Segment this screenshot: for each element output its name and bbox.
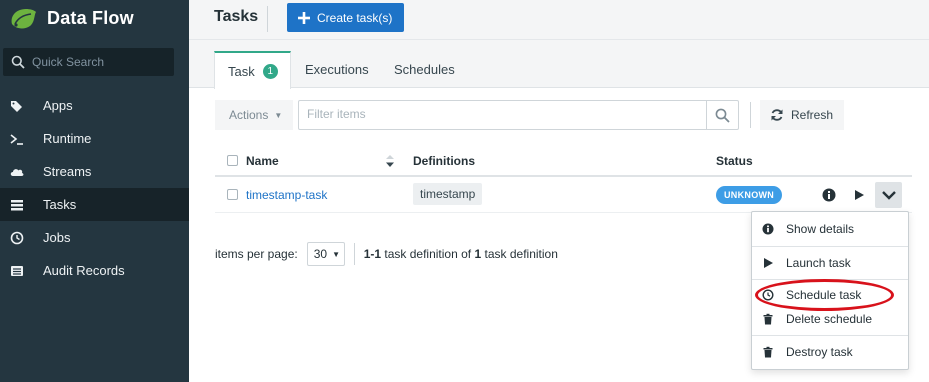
filter-input[interactable] xyxy=(307,107,697,121)
menu-item-delete-schedule[interactable]: Delete schedule xyxy=(752,303,908,335)
tab-label: Schedules xyxy=(394,62,455,77)
divider xyxy=(267,6,268,32)
search-icon xyxy=(11,55,25,69)
page-title: Tasks xyxy=(214,8,259,25)
refresh-button[interactable]: Refresh xyxy=(760,100,844,130)
search-icon[interactable] xyxy=(715,108,730,123)
menu-item-label: Delete schedule xyxy=(786,312,873,326)
divider xyxy=(706,101,707,129)
terminal-icon xyxy=(10,132,24,146)
info-icon xyxy=(762,223,774,235)
app-name: Data Flow xyxy=(47,7,134,28)
clock-icon xyxy=(10,231,24,245)
clock-icon xyxy=(762,289,774,301)
launch-button[interactable] xyxy=(845,182,872,208)
sidebar-item-label: Jobs xyxy=(43,230,71,245)
sidebar: Data Flow Apps Runtime Streams xyxy=(0,0,189,382)
sidebar-item-apps[interactable]: Apps xyxy=(0,89,189,122)
divider xyxy=(353,243,355,265)
refresh-label: Refresh xyxy=(791,108,834,122)
tab-label: Task xyxy=(228,63,255,79)
actions-dropdown[interactable]: Actions ▼ xyxy=(215,100,293,130)
sort-icon[interactable] xyxy=(386,155,394,167)
create-task-button[interactable]: Create task(s) xyxy=(287,3,404,32)
brand[interactable]: Data Flow xyxy=(8,4,134,32)
definition-chip: timestamp xyxy=(413,183,483,205)
sidebar-item-runtime[interactable]: Runtime xyxy=(0,122,189,155)
sidebar-item-audit-records[interactable]: Audit Records xyxy=(0,254,189,287)
table-row: timestamp-task timestamp UNKNOWN xyxy=(215,177,912,213)
row-actions-dropdown[interactable] xyxy=(875,182,902,208)
menu-item-show-details[interactable]: Show details xyxy=(752,213,908,245)
refresh-icon xyxy=(771,109,783,121)
caret-down-icon: ▼ xyxy=(274,110,283,120)
pagination-end-text: task definition xyxy=(484,247,558,261)
sidebar-nav: Apps Runtime Streams Tasks Jobs Audit Re… xyxy=(0,89,189,287)
chevron-down-icon xyxy=(881,191,896,200)
menu-item-launch-task[interactable]: Launch task xyxy=(752,247,908,279)
caret-down-icon: ▼ xyxy=(332,249,340,259)
tab-label: Executions xyxy=(305,62,369,77)
pagination: items per page: 30 ▼ 1-1 task definition… xyxy=(215,241,558,267)
sidebar-item-jobs[interactable]: Jobs xyxy=(0,221,189,254)
row-actions-menu: Show details Launch task Schedule task D… xyxy=(751,211,909,370)
quick-search[interactable] xyxy=(3,48,174,76)
sidebar-item-label: Runtime xyxy=(43,131,92,146)
trash-icon xyxy=(762,346,774,358)
tab-count-badge: 1 xyxy=(262,63,278,79)
tasks-icon xyxy=(10,198,24,212)
pagination-total: 1 xyxy=(474,247,482,261)
sidebar-item-streams[interactable]: Streams xyxy=(0,155,189,188)
column-header-status: Status xyxy=(716,154,753,168)
spring-cloud-logo-icon xyxy=(11,9,36,29)
quick-search-input[interactable] xyxy=(32,55,162,69)
plus-icon xyxy=(298,11,310,24)
table-header: Name Definitions Status xyxy=(215,146,912,177)
tab-executions[interactable]: Executions xyxy=(305,51,369,88)
menu-item-label: Destroy task xyxy=(786,345,853,359)
status-badge: UNKNOWN xyxy=(716,186,783,204)
play-icon xyxy=(854,190,864,200)
menu-item-label: Schedule task xyxy=(786,288,862,302)
page-header: Tasks Create task(s) xyxy=(189,0,929,40)
filter-field[interactable] xyxy=(298,100,739,130)
create-task-label: Create task(s) xyxy=(317,10,393,25)
tags-icon xyxy=(10,99,24,113)
pagination-middle-text: task definition of xyxy=(384,247,472,261)
select-all-checkbox[interactable] xyxy=(227,155,238,166)
pagination-summary: 1-1 task definition of 1 task definition xyxy=(364,247,558,261)
items-per-page-label: items per page: xyxy=(215,247,298,261)
tab-task[interactable]: Task 1 xyxy=(214,51,291,89)
column-header-definitions: Definitions xyxy=(413,154,475,168)
sidebar-item-label: Streams xyxy=(43,164,92,179)
row-checkbox[interactable] xyxy=(227,189,238,200)
actions-label: Actions xyxy=(229,108,269,122)
sidebar-item-label: Tasks xyxy=(43,197,77,212)
list-icon xyxy=(10,264,24,278)
sidebar-item-label: Apps xyxy=(43,98,73,113)
tab-schedules[interactable]: Schedules xyxy=(394,51,455,88)
cloud-icon xyxy=(10,165,24,179)
list-toolbar: Actions ▼ Refresh xyxy=(215,100,903,130)
tabs: Task 1 Executions Schedules xyxy=(189,40,929,89)
page-size-value: 30 xyxy=(313,247,328,261)
details-button[interactable] xyxy=(815,182,842,208)
menu-item-label: Show details xyxy=(786,222,855,236)
sidebar-item-label: Audit Records xyxy=(43,263,125,278)
task-name-link[interactable]: timestamp-task xyxy=(246,188,327,202)
divider xyxy=(750,102,751,128)
pagination-range: 1-1 xyxy=(363,247,382,261)
menu-item-label: Launch task xyxy=(786,256,851,270)
sidebar-item-tasks[interactable]: Tasks xyxy=(0,188,189,221)
menu-item-destroy-task[interactable]: Destroy task xyxy=(752,336,908,368)
play-icon xyxy=(762,257,774,269)
info-icon xyxy=(822,188,835,202)
trash-icon xyxy=(762,313,774,325)
column-header-name[interactable]: Name xyxy=(246,154,279,168)
page-size-select[interactable]: 30 ▼ xyxy=(306,242,345,266)
